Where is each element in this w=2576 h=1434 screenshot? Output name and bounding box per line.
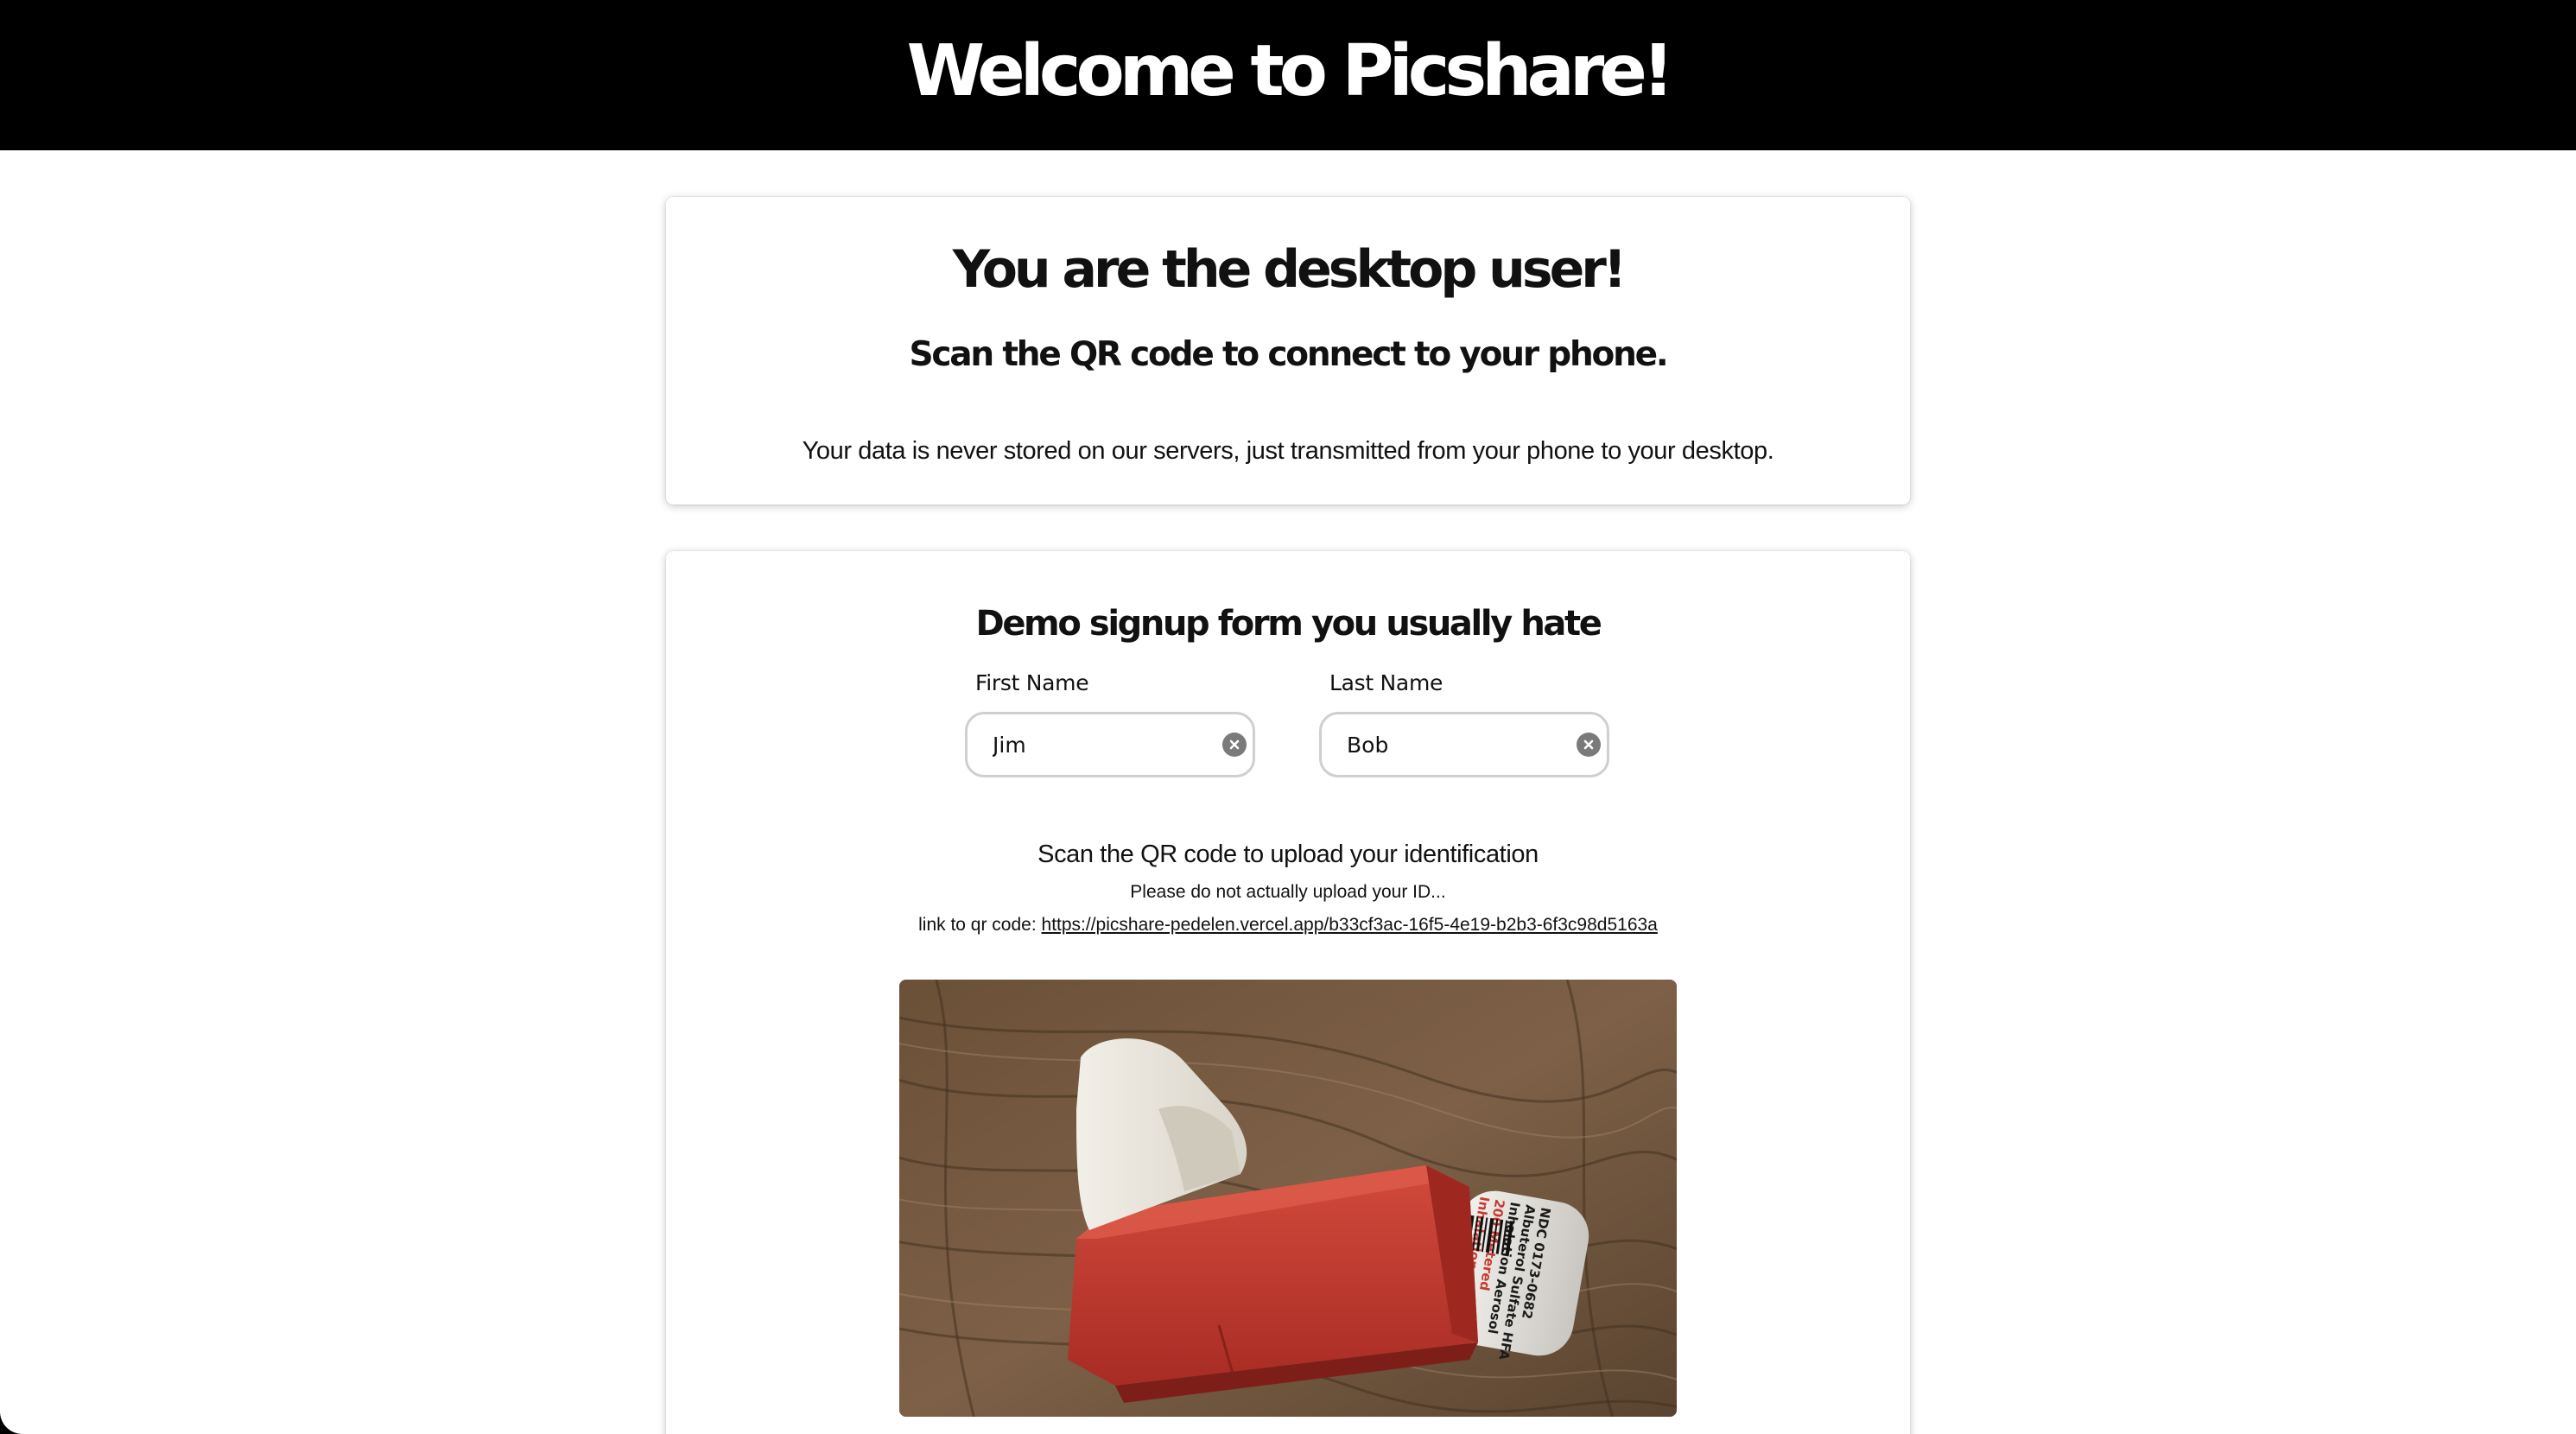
intro-card: You are the desktop user! Scan the QR co… xyxy=(666,197,1910,504)
qr-link-row: link to qr code: https://picshare-pedele… xyxy=(666,914,1910,936)
clear-first-name-button[interactable] xyxy=(1222,733,1247,757)
site-header: Welcome to Picshare! xyxy=(0,0,2576,150)
signup-form-card: Demo signup form you usually hate First … xyxy=(666,551,1910,1434)
first-name-input-wrapper xyxy=(965,712,1255,777)
last-name-field: Last Name xyxy=(1319,670,1613,777)
last-name-input[interactable] xyxy=(1347,714,1545,775)
first-name-field: First Name xyxy=(965,670,1259,777)
signup-form-heading: Demo signup form you usually hate xyxy=(975,604,1602,644)
last-name-input-wrapper xyxy=(1319,712,1609,777)
clear-last-name-button[interactable] xyxy=(1577,733,1601,757)
connect-phone-subheading: Scan the QR code to connect to your phon… xyxy=(909,335,1668,374)
upload-warning: Please do not actually upload your ID... xyxy=(1130,882,1446,902)
clear-circle-icon xyxy=(1583,739,1594,750)
last-name-label: Last Name xyxy=(1329,670,1443,695)
inhaler-photo: NDC 0173-0682 Albuterol Sulfate HFA Inha… xyxy=(899,980,1677,1417)
uploaded-image: NDC 0173-0682 Albuterol Sulfate HFA Inha… xyxy=(899,980,1677,1417)
desktop-user-heading: You are the desktop user! xyxy=(952,239,1627,300)
qr-code-link[interactable]: https://picshare-pedelen.vercel.app/b33c… xyxy=(1042,915,1658,935)
qr-link-prefix: link to qr code: xyxy=(918,915,1037,935)
upload-id-instruction: Scan the QR code to upload your identifi… xyxy=(1037,841,1539,868)
privacy-note: Your data is never stored on our servers… xyxy=(802,437,1774,465)
page: Welcome to Picshare! You are the desktop… xyxy=(0,0,2576,1434)
site-title: Welcome to Picshare! xyxy=(906,30,1675,112)
first-name-input[interactable] xyxy=(993,714,1191,775)
clear-circle-icon xyxy=(1229,739,1240,750)
first-name-label: First Name xyxy=(975,670,1089,695)
